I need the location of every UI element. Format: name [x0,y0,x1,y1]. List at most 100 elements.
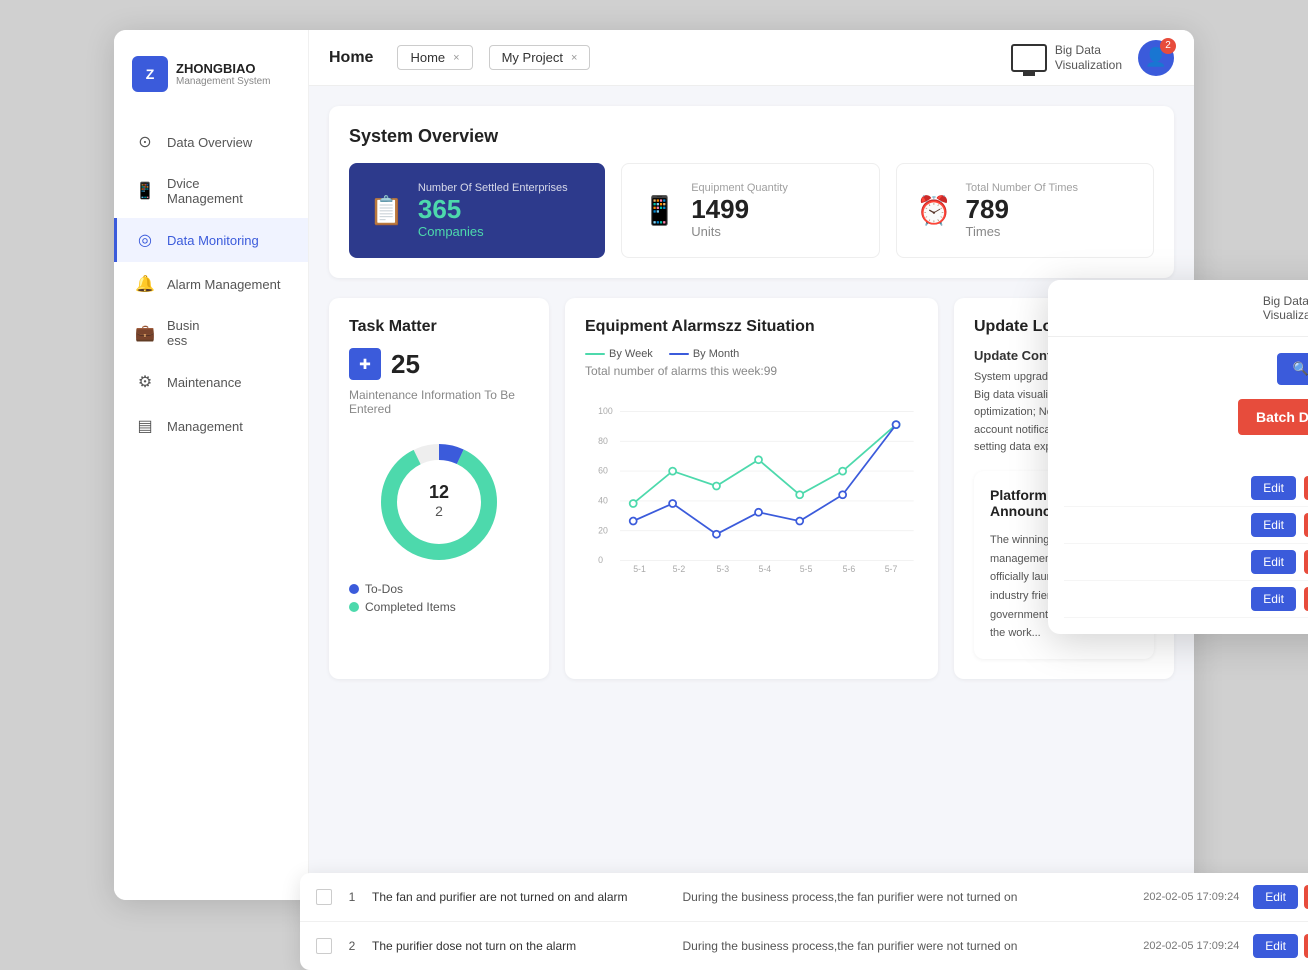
tab-home[interactable]: Home × [397,45,472,70]
tab-my-project[interactable]: My Project × [489,45,591,70]
legend-label-completed: Completed Items [365,600,456,614]
alarm-icon: 🔔 [135,274,155,294]
table-row: Edit Deletion [1064,544,1308,581]
deletion-button-2[interactable]: Deletion [1304,513,1308,537]
svg-text:2: 2 [435,503,443,519]
legend-item-completed: Completed Items [349,600,456,614]
logo-text: ZHONGBIAO [176,61,271,77]
deletion-button-1[interactable]: Deletion [1304,476,1308,500]
task-panel: Task Matter ✚ 25 Maintenance Information… [329,298,549,679]
task-panel-title: Task Matter [349,318,529,336]
donut-chart: 12 2 [369,432,509,572]
stat-card-units: 📱 Equipment Quantity 1499 Units [621,163,879,258]
sidebar-item-data-overview[interactable]: ⊙ Data Overview [114,120,308,164]
sidebar-item-label: Alarm Management [167,277,280,292]
floating-panel: Big DataVisualization 👤 2 🔍 Search Batch… [1048,280,1308,634]
sidebar-item-device-management[interactable]: 📱 DviceManagement [114,164,308,218]
stat-number-units: 1499 [691,196,788,222]
main-window: Z ZHONGBIAO Management System ⊙ Data Ove… [114,30,1194,900]
data-overview-icon: ⊙ [135,132,155,152]
edit-button-3[interactable]: Edit [1251,550,1296,574]
sidebar-item-label: Business [167,318,200,348]
tab-home-close[interactable]: × [453,52,459,64]
btable-deletion-1[interactable]: Deletion [1304,885,1308,909]
legend-by-month: By Month [669,348,739,360]
alarm-chart: 100 80 60 40 20 0 [585,386,918,586]
search-row: 🔍 Search [1064,353,1308,385]
stats-row: 📋 Number Of Settled Enterprises 365 Comp… [349,163,1154,258]
stat-icon-times: ⏰ [917,194,952,227]
donut-wrap: 12 2 To-Dos Completed Items [349,432,529,614]
floating-bigdata-label: Big DataVisualization [1263,294,1308,323]
maintenance-icon: ⚙ [135,372,155,392]
svg-text:20: 20 [598,525,608,535]
sidebar-item-maintenance[interactable]: ⚙ Maintenance [114,360,308,404]
btable-date-1: 202-02-05 17:09:24 [1143,891,1243,903]
sidebar-item-data-monitoring[interactable]: ◎ Data Monitoring [114,218,308,262]
header-home-label: Home [329,49,373,67]
svg-text:5-1: 5-1 [633,564,646,574]
operating-label: Operating [1064,449,1308,464]
device-icon: 📱 [135,181,155,201]
bigdata-label: Big DataVisualization [1055,43,1122,72]
floating-header: Big DataVisualization 👤 2 [1048,280,1308,337]
edit-button-2[interactable]: Edit [1251,513,1296,537]
sidebar-item-business[interactable]: 💼 Business [114,306,308,360]
btable-row-2: 2 The purifier dose not turn on the alar… [300,922,1308,970]
sidebar-item-label: Maintenance [167,375,241,390]
edit-button-1[interactable]: Edit [1251,476,1296,500]
btable-edit-2[interactable]: Edit [1253,934,1298,958]
task-icon: ✚ [349,348,381,380]
btable-checkbox-1[interactable] [316,889,332,905]
stat-unit-companies: Companies [418,224,568,239]
svg-text:5-7: 5-7 [885,564,898,574]
svg-text:5-2: 5-2 [673,564,686,574]
deletion-button-4[interactable]: Deletion [1304,587,1308,611]
svg-text:60: 60 [598,466,608,476]
legend-by-week: By Week [585,348,653,360]
tab-my-project-close[interactable]: × [571,52,577,64]
task-count-row: ✚ 25 [349,348,529,380]
btable-deletion-2[interactable]: Deletion [1304,934,1308,958]
btable-actions-2: Edit Deletion [1253,934,1308,958]
edit-button-4[interactable]: Edit [1251,587,1296,611]
table-section: Operating Edit Deletion Edit Deletion Ed… [1064,449,1308,618]
legend-dot-completed [349,602,359,612]
avatar-wrap[interactable]: 👤 2 [1138,40,1174,76]
svg-text:5-5: 5-5 [800,564,813,574]
alarm-panel: Equipment Alarmszz Situation By Week By … [565,298,938,679]
batch-delete-row: Batch Deletion [1064,399,1308,435]
sidebar-item-management[interactable]: ▤ Management [114,404,308,448]
btable-date-2: 202-02-05 17:09:24 [1143,940,1243,952]
btable-checkbox-2[interactable] [316,938,332,954]
sidebar-item-alarm-management[interactable]: 🔔 Alarm Management [114,262,308,306]
header: Home Home × My Project × Big DataVisuali… [309,30,1194,86]
sidebar: Z ZHONGBIAO Management System ⊙ Data Ove… [114,30,309,900]
task-number: 25 [391,349,420,380]
monitor-icon [1011,44,1047,72]
search-button[interactable]: 🔍 Search [1277,353,1308,385]
donut-legend: To-Dos Completed Items [349,582,456,614]
deletion-button-3[interactable]: Deletion [1304,550,1308,574]
svg-text:12: 12 [429,482,449,502]
btable-num-2: 2 [342,939,362,953]
btable-edit-1[interactable]: Edit [1253,885,1298,909]
btable-row-1: 1 The fan and purifier are not turned on… [300,873,1308,922]
alarm-legend: By Week By Month [585,348,918,360]
batch-deletion-button[interactable]: Batch Deletion [1238,399,1308,435]
logo-subtitle: Management System [176,76,271,87]
legend-label-month: By Month [693,348,739,360]
table-row: Edit Deletion [1064,470,1308,507]
sidebar-item-label: Data Monitoring [167,233,259,248]
btable-num-1: 1 [342,890,362,904]
table-row: Edit Deletion [1064,581,1308,618]
system-overview-title: System Overview [349,126,1154,147]
legend-label-todos: To-Dos [365,582,403,596]
svg-text:5-4: 5-4 [759,564,772,574]
legend-item-todos: To-Dos [349,582,456,596]
legend-dot-todos [349,584,359,594]
tab-my-project-label: My Project [502,50,563,65]
business-icon: 💼 [135,323,155,343]
stat-card-companies: 📋 Number Of Settled Enterprises 365 Comp… [349,163,605,258]
task-desc: Maintenance Information To Be Entered [349,388,529,416]
